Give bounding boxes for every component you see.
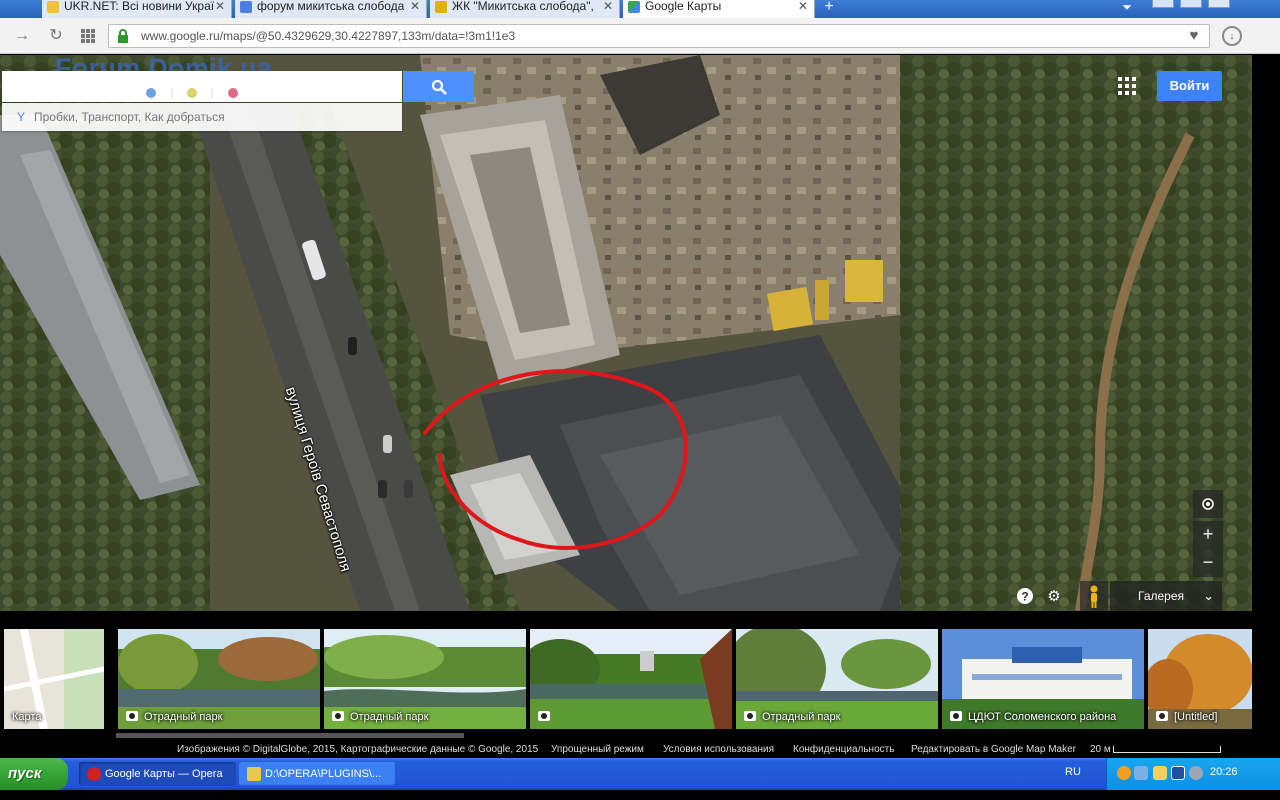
thumbnail-label: Отрадный парк — [126, 711, 222, 723]
close-window-button[interactable] — [1208, 0, 1230, 8]
tray-app-icon[interactable] — [1117, 766, 1131, 780]
thumbnail-label: Отрадный парк — [332, 711, 428, 723]
taskbar-window-opera[interactable]: Google Карты — Opera — [79, 762, 236, 786]
start-button[interactable]: пуск — [0, 758, 68, 790]
thumbnail-label — [538, 711, 556, 723]
address-bar[interactable]: www.google.ru/maps/@50.4329629,30.422789… — [108, 24, 1210, 48]
svg-text:?: ? — [1021, 590, 1028, 604]
satellite-imagery — [0, 55, 1252, 611]
speed-dial-grid-icon[interactable] — [78, 26, 98, 46]
reload-icon[interactable]: ↻ — [46, 26, 66, 46]
zoom-in-button[interactable]: + — [1193, 521, 1223, 549]
tab-title: Google Карты — [645, 0, 722, 13]
close-tab-icon[interactable]: ✕ — [410, 0, 420, 13]
privacy-link[interactable]: Конфиденциальность — [793, 744, 894, 755]
close-tab-icon[interactable]: ✕ — [215, 0, 225, 13]
photo-gallery-strip: Карта Отрадный парк Отрадный парк Отрадн… — [0, 611, 1252, 756]
volume-icon[interactable] — [1153, 766, 1167, 780]
map-search-input[interactable] — [2, 71, 402, 102]
minimize-button[interactable] — [1152, 0, 1174, 8]
gallery-scrollbar[interactable] — [116, 733, 464, 738]
windows-taskbar: пуск Google Карты — Opera D:\OPERA\PLUGI… — [0, 758, 1280, 790]
pegman-street-view-icon[interactable] — [1080, 581, 1108, 611]
photo-thumbnail[interactable]: [Untitled] — [1148, 629, 1252, 729]
browser-tab-forum[interactable]: форум микитська слобода ✕ — [235, 0, 427, 18]
window-title: Google Карты — Opera — [105, 768, 223, 780]
thumbnail-label: Отрадный парк — [744, 711, 840, 723]
map-thumbnail[interactable]: Карта — [4, 629, 104, 729]
photo-thumbnail[interactable]: Отрадный парк — [736, 629, 938, 729]
camera-icon — [332, 711, 344, 721]
location-target-icon — [1202, 498, 1214, 510]
browser-tab-ukrnet[interactable]: UKR.NET: Всі новини України ✕ — [42, 0, 232, 18]
url-text: www.google.ru/maps/@50.4329629,30.422789… — [141, 29, 516, 43]
photo-thumbnail[interactable]: Отрадный парк — [324, 629, 526, 729]
thumbnail-label: [Untitled] — [1156, 711, 1217, 723]
simple-mode-link[interactable]: Упрощенный режим — [551, 744, 644, 755]
maximize-button[interactable] — [1180, 0, 1202, 8]
camera-icon — [1156, 711, 1168, 721]
google-favicon-icon — [240, 1, 252, 13]
camera-icon — [126, 711, 138, 721]
photo-thumbnail[interactable] — [530, 629, 732, 729]
tab-menu-icon[interactable]: ⏷ — [1116, 0, 1138, 16]
tab-title: UKR.NET: Всі новини України — [64, 0, 214, 13]
window-title: D:\OPERA\PLUGINS\... — [265, 768, 382, 780]
search-suggestions[interactable]: Y Пробки, Транспорт, Как добраться — [2, 103, 402, 131]
chevron-down-icon: ⌄ — [1203, 588, 1214, 603]
browser-tab-residential[interactable]: ЖК "Микитська слобода", ✕ — [430, 0, 620, 18]
camera-icon — [744, 711, 756, 721]
camera-icon — [950, 711, 962, 721]
new-tab-button[interactable]: + — [818, 0, 840, 16]
search-icon — [431, 79, 447, 95]
directions-icon: Y — [17, 110, 26, 124]
google-apps-icon[interactable] — [1118, 77, 1136, 95]
browser-tab-google-maps[interactable]: Google Карты ✕ — [623, 0, 815, 18]
my-location-button[interactable] — [1193, 490, 1223, 518]
close-tab-icon[interactable]: ✕ — [603, 0, 613, 13]
close-tab-icon[interactable]: ✕ — [798, 0, 808, 13]
system-tray — [1106, 758, 1280, 790]
network-icon[interactable] — [1134, 766, 1148, 780]
thumbnail-label: ЦДЮТ Соломенского района — [950, 711, 1116, 723]
imagery-attribution: Изображения © DigitalGlobe, 2015, Картог… — [177, 744, 539, 755]
google-maps-favicon-icon — [628, 1, 640, 13]
browser-tab-bar: UKR.NET: Всі новини України ✕ форум мики… — [0, 0, 1280, 18]
taskbar-window-folder[interactable]: D:\OPERA\PLUGINS\... — [239, 762, 396, 786]
photo-thumbnail[interactable]: Отрадный парк — [118, 629, 320, 729]
loading-dots-icon — [146, 88, 238, 98]
sign-in-button[interactable]: Войти — [1157, 71, 1222, 101]
photo-thumbnail[interactable]: ЦДЮТ Соломенского района — [942, 629, 1144, 729]
thumbnail-label: Карта — [12, 711, 42, 723]
update-icon[interactable] — [1189, 766, 1203, 780]
browser-navigation-bar: → ↻ www.google.ru/maps/@50.4329629,30.42… — [0, 18, 1280, 54]
forward-arrow-icon[interactable]: → — [12, 26, 32, 46]
site-favicon-icon — [435, 1, 447, 13]
help-icon[interactable]: ? — [1015, 587, 1035, 607]
satellite-map[interactable]: Forum.Domik.ua Y Пробки, Транспорт, Как … — [0, 55, 1252, 611]
suggestion-text: Пробки, Транспорт, Как добраться — [34, 110, 225, 124]
bookmark-heart-icon[interactable]: ♥ — [1183, 26, 1205, 46]
folder-icon — [247, 767, 261, 781]
map-maker-link[interactable]: Редактировать в Google Map Maker — [911, 744, 1076, 755]
terms-link[interactable]: Условия использования — [663, 744, 774, 755]
tab-title: форум микитська слобода — [257, 0, 405, 13]
camera-icon — [538, 711, 550, 721]
ukrnet-favicon-icon — [47, 1, 59, 13]
opera-icon — [87, 767, 101, 781]
language-indicator[interactable]: RU — [1065, 766, 1081, 778]
zoom-out-button[interactable]: − — [1193, 549, 1223, 577]
display-icon[interactable] — [1171, 766, 1185, 780]
settings-gear-icon[interactable]: ⚙ — [1044, 587, 1064, 607]
secure-lock-icon — [118, 29, 128, 43]
scale-label[interactable]: 20 м — [1090, 744, 1111, 755]
attribution-bar: Изображения © DigitalGlobe, 2015, Картог… — [0, 744, 1252, 758]
scale-bar — [1113, 746, 1221, 753]
search-button[interactable] — [403, 71, 474, 102]
gallery-toggle[interactable]: Галерея ⌄ — [1110, 581, 1222, 611]
tab-title: ЖК "Микитська слобода", — [452, 0, 594, 13]
downloads-icon[interactable]: ↓ — [1222, 26, 1242, 46]
gallery-label: Галерея — [1138, 589, 1185, 603]
system-clock[interactable]: 20:26 — [1210, 766, 1238, 778]
